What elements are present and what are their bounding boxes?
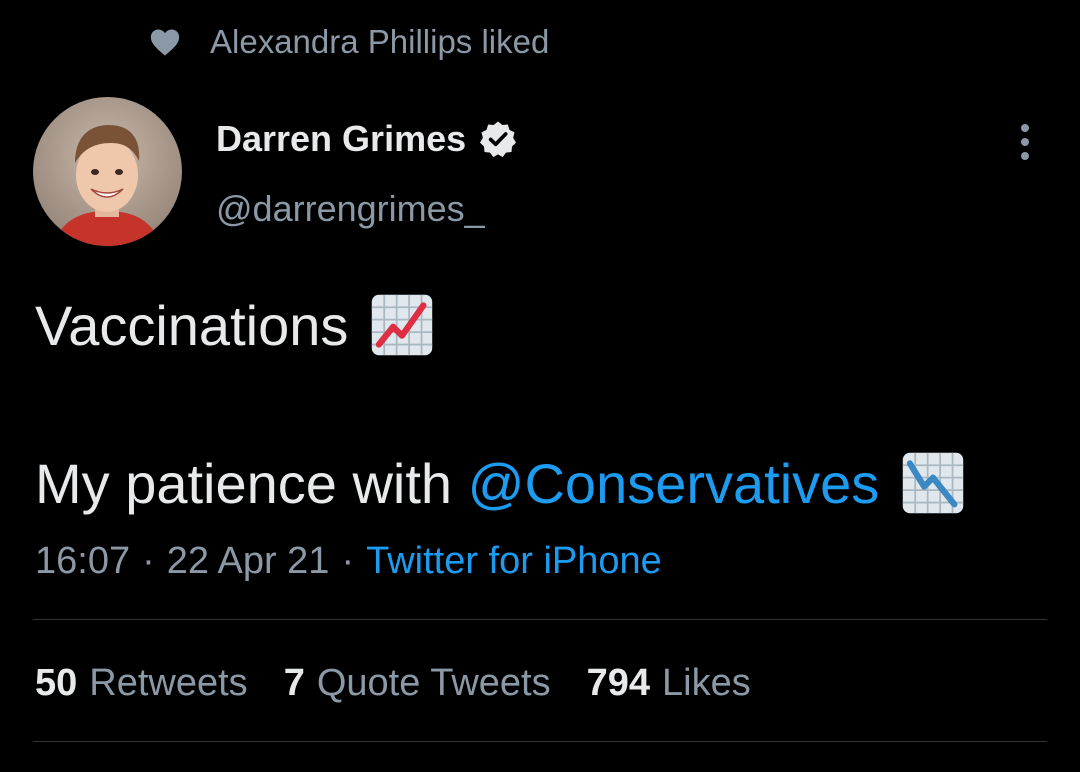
divider <box>33 741 1047 742</box>
chart-decreasing-emoji-icon <box>901 451 965 515</box>
author-name-row[interactable]: Darren Grimes <box>216 112 518 166</box>
quote-tweets-stat[interactable]: 7 Quote Tweets <box>284 662 551 705</box>
tweet-text-patience: My patience with <box>35 451 468 515</box>
tweet-time[interactable]: 16:07 <box>35 540 130 583</box>
divider <box>33 619 1047 620</box>
meta-separator: · <box>341 539 355 582</box>
meta-separator: · <box>142 539 155 582</box>
author-block[interactable]: Darren Grimes @darrengrimes_ <box>216 112 518 230</box>
tweet-text-vaccinations: Vaccinations <box>35 293 349 357</box>
retweets-count: 50 <box>35 661 78 704</box>
tweet-text-line-2: My patience with @Conservatives <box>35 448 965 518</box>
tweet-date[interactable]: 22 Apr 21 <box>167 540 330 583</box>
quote-tweets-label: Quote Tweets <box>316 661 551 704</box>
author-handle[interactable]: @darrengrimes_ <box>216 188 518 230</box>
verified-badge-icon <box>478 119 518 159</box>
likes-label: Likes <box>662 661 751 704</box>
likes-count: 794 <box>586 661 651 704</box>
social-context[interactable]: Alexandra Phillips liked <box>148 22 549 62</box>
heart-icon <box>148 25 182 59</box>
tweet-source-link[interactable]: Twitter for iPhone <box>366 540 662 583</box>
likes-stat[interactable]: 794 Likes <box>587 662 751 705</box>
retweets-label: Retweets <box>89 661 248 704</box>
social-context-text: Alexandra Phillips liked <box>210 23 550 60</box>
tweet-meta: 16:07 · 22 Apr 21 · Twitter for iPhone <box>35 538 662 584</box>
more-dot <box>1021 152 1029 160</box>
mention-link[interactable]: @Conservatives <box>468 451 880 516</box>
more-dot <box>1021 138 1029 146</box>
quote-tweets-count: 7 <box>283 661 305 704</box>
more-options-icon[interactable] <box>1005 122 1045 162</box>
chart-increasing-emoji-icon <box>370 293 434 357</box>
tweet-stats: 50 Retweets 7 Quote Tweets 794 Likes <box>35 660 787 706</box>
retweets-stat[interactable]: 50 Retweets <box>35 662 248 705</box>
avatar[interactable] <box>33 97 182 246</box>
author-display-name[interactable]: Darren Grimes <box>216 118 466 160</box>
tweet-text-line-1: Vaccinations <box>35 290 434 360</box>
more-dot <box>1021 124 1029 132</box>
